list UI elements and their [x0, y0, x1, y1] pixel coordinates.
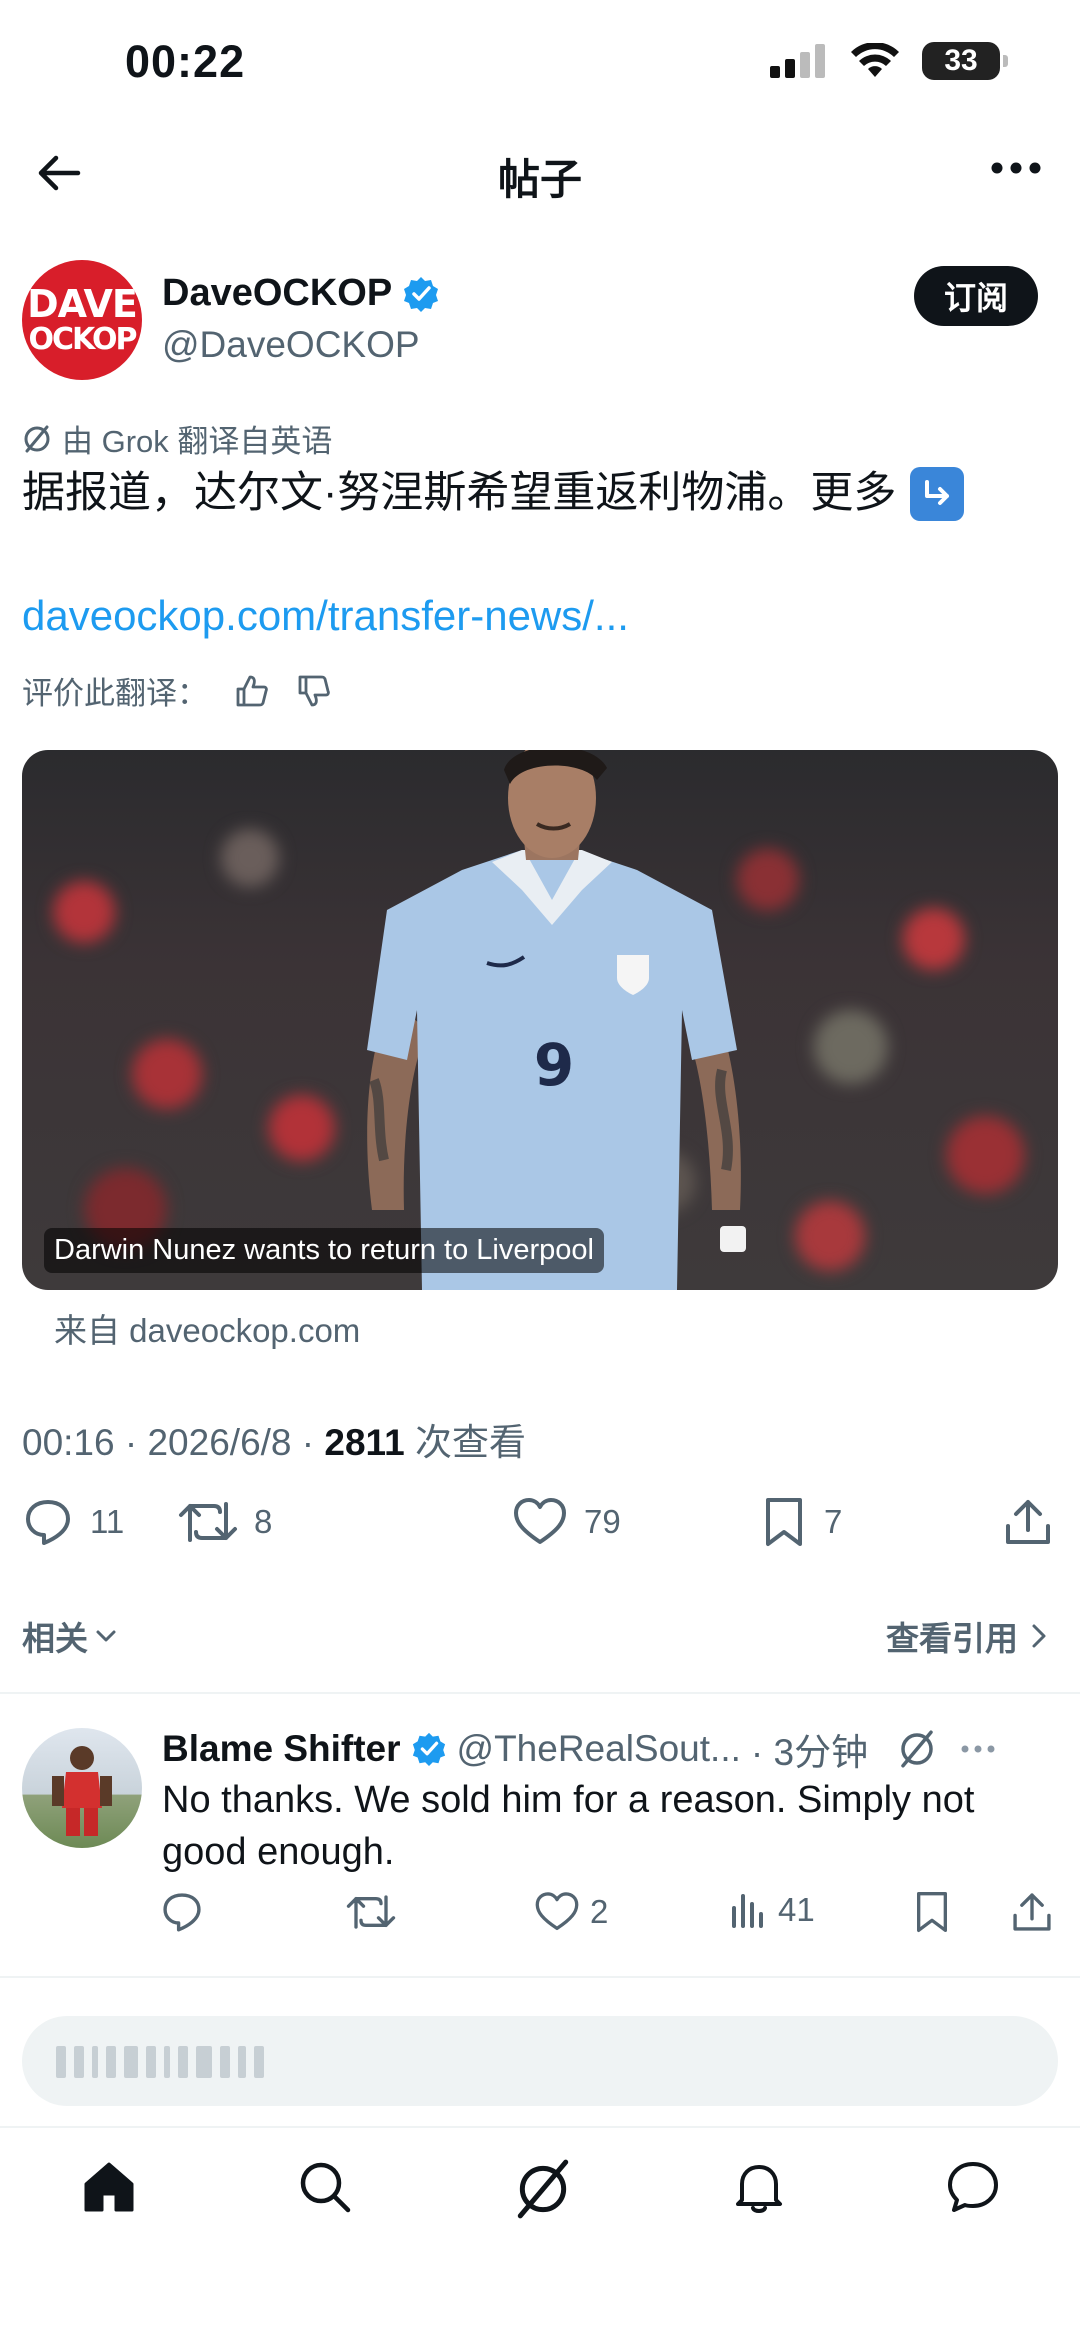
views-chart-icon	[732, 1894, 763, 1928]
tweet-link[interactable]: daveockop.com/transfer-news/...	[22, 592, 629, 640]
reply-repost-button[interactable]	[346, 1890, 396, 1934]
battery-icon: 33	[922, 42, 1008, 80]
share-icon	[1006, 1500, 1050, 1544]
reply-handle[interactable]: @TheRealSout...	[457, 1728, 741, 1770]
reply-input[interactable]	[22, 2016, 1058, 2106]
reply-icon	[26, 1500, 70, 1545]
tweet-text: 据报道，达尔文·努涅斯希望重返利物浦。更多	[22, 466, 965, 522]
reply-button[interactable]: 11	[22, 1496, 124, 1548]
related-dropdown[interactable]: 相关	[22, 1612, 118, 1660]
reply-time: · 3分钟	[750, 1732, 869, 1773]
repost-icon	[179, 1502, 237, 1542]
heart-icon	[535, 1892, 579, 1931]
grok-icon	[24, 425, 50, 452]
arrow-down-right-icon	[910, 466, 965, 521]
view-quotes-link[interactable]: 查看引用	[886, 1612, 1050, 1660]
subscribe-button[interactable]: 订阅	[914, 266, 1038, 326]
reply-views-button[interactable]: 41	[728, 1890, 815, 1930]
reply-bookmark-button[interactable]	[912, 1890, 952, 1934]
search-icon	[300, 2162, 351, 2213]
share-button[interactable]	[1002, 1496, 1054, 1548]
reply-reply-button[interactable]	[160, 1890, 204, 1934]
bookmark-icon	[917, 1891, 947, 1932]
reply-text: No thanks. We sold him for a reason. Sim…	[162, 1779, 975, 1874]
tab-messages[interactable]	[944, 2158, 1002, 2216]
author-avatar[interactable]: DAVE OCKOP	[22, 260, 142, 380]
svg-text:9: 9	[534, 1031, 574, 1099]
chevron-right-icon	[1032, 1624, 1046, 1648]
more-icon	[991, 162, 1041, 174]
grok-icon	[517, 2159, 569, 2219]
page-title: 帖子	[497, 156, 582, 203]
author-handle[interactable]: @DaveOCKOP	[162, 324, 420, 366]
tweet-meta: 00:16 · 2026/6/8 · 2811 次查看	[22, 1422, 526, 1463]
home-icon	[84, 2162, 134, 2212]
player-photo: 9	[367, 750, 746, 1290]
tweet-media-card[interactable]: 9 Darwin Nunez wants to return to Liverp…	[22, 750, 1058, 1290]
message-icon	[948, 2162, 998, 2212]
rate-translation: 评价此翻译：	[22, 668, 332, 713]
bell-icon	[736, 2165, 782, 2213]
thumbs-down-icon[interactable]	[296, 673, 332, 709]
divider	[0, 2126, 1080, 2128]
media-source[interactable]: 来自 daveockop.com	[54, 1304, 360, 1352]
bookmark-icon	[766, 1498, 802, 1546]
reply-actions: 2 41	[160, 1890, 1060, 1946]
chevron-down-icon	[96, 1630, 116, 1642]
tab-grok[interactable]	[512, 2158, 574, 2220]
verified-badge-icon	[412, 1732, 445, 1767]
divider	[0, 1692, 1080, 1694]
repost-button[interactable]: 8	[178, 1496, 272, 1548]
tab-notifications[interactable]	[730, 2158, 788, 2216]
thumbs-up-icon[interactable]	[234, 673, 270, 709]
signal-icon	[770, 44, 825, 78]
more-options-button[interactable]	[990, 160, 1042, 176]
tab-search[interactable]	[296, 2158, 354, 2216]
repost-icon	[346, 1895, 396, 1929]
reply-share-button[interactable]	[1010, 1890, 1054, 1934]
tweet-actions: 11 8 79 7	[22, 1496, 1058, 1556]
media-caption: Darwin Nunez wants to return to Liverpoo…	[44, 1228, 604, 1273]
verified-badge-icon	[404, 276, 439, 312]
reply-author-name[interactable]: Blame Shifter	[162, 1728, 401, 1770]
grok-icon[interactable]	[896, 1728, 938, 1770]
reply-icon	[163, 1893, 201, 1932]
translation-note: 由 Grok 翻译自英语	[22, 416, 332, 461]
share-icon	[1013, 1893, 1051, 1931]
status-icons: 33	[770, 42, 1008, 80]
bottom-tab-bar	[0, 2140, 1080, 2240]
status-time: 00:22	[125, 36, 246, 87]
reply-header: Blame Shifter @TheRealSout... · 3分钟	[162, 1722, 996, 1776]
tab-home[interactable]	[80, 2158, 138, 2216]
more-icon[interactable]	[960, 1744, 996, 1754]
bookmark-button[interactable]: 7	[760, 1496, 842, 1548]
like-button[interactable]: 79	[512, 1496, 621, 1548]
wifi-icon	[851, 43, 899, 77]
heart-icon	[514, 1498, 566, 1544]
blurred-placeholder	[56, 2046, 264, 2078]
author-name[interactable]: DaveOCKOP	[162, 272, 440, 315]
reply-avatar[interactable]	[22, 1728, 142, 1848]
divider	[0, 1976, 1080, 1978]
reply-like-button[interactable]: 2	[534, 1890, 608, 1934]
